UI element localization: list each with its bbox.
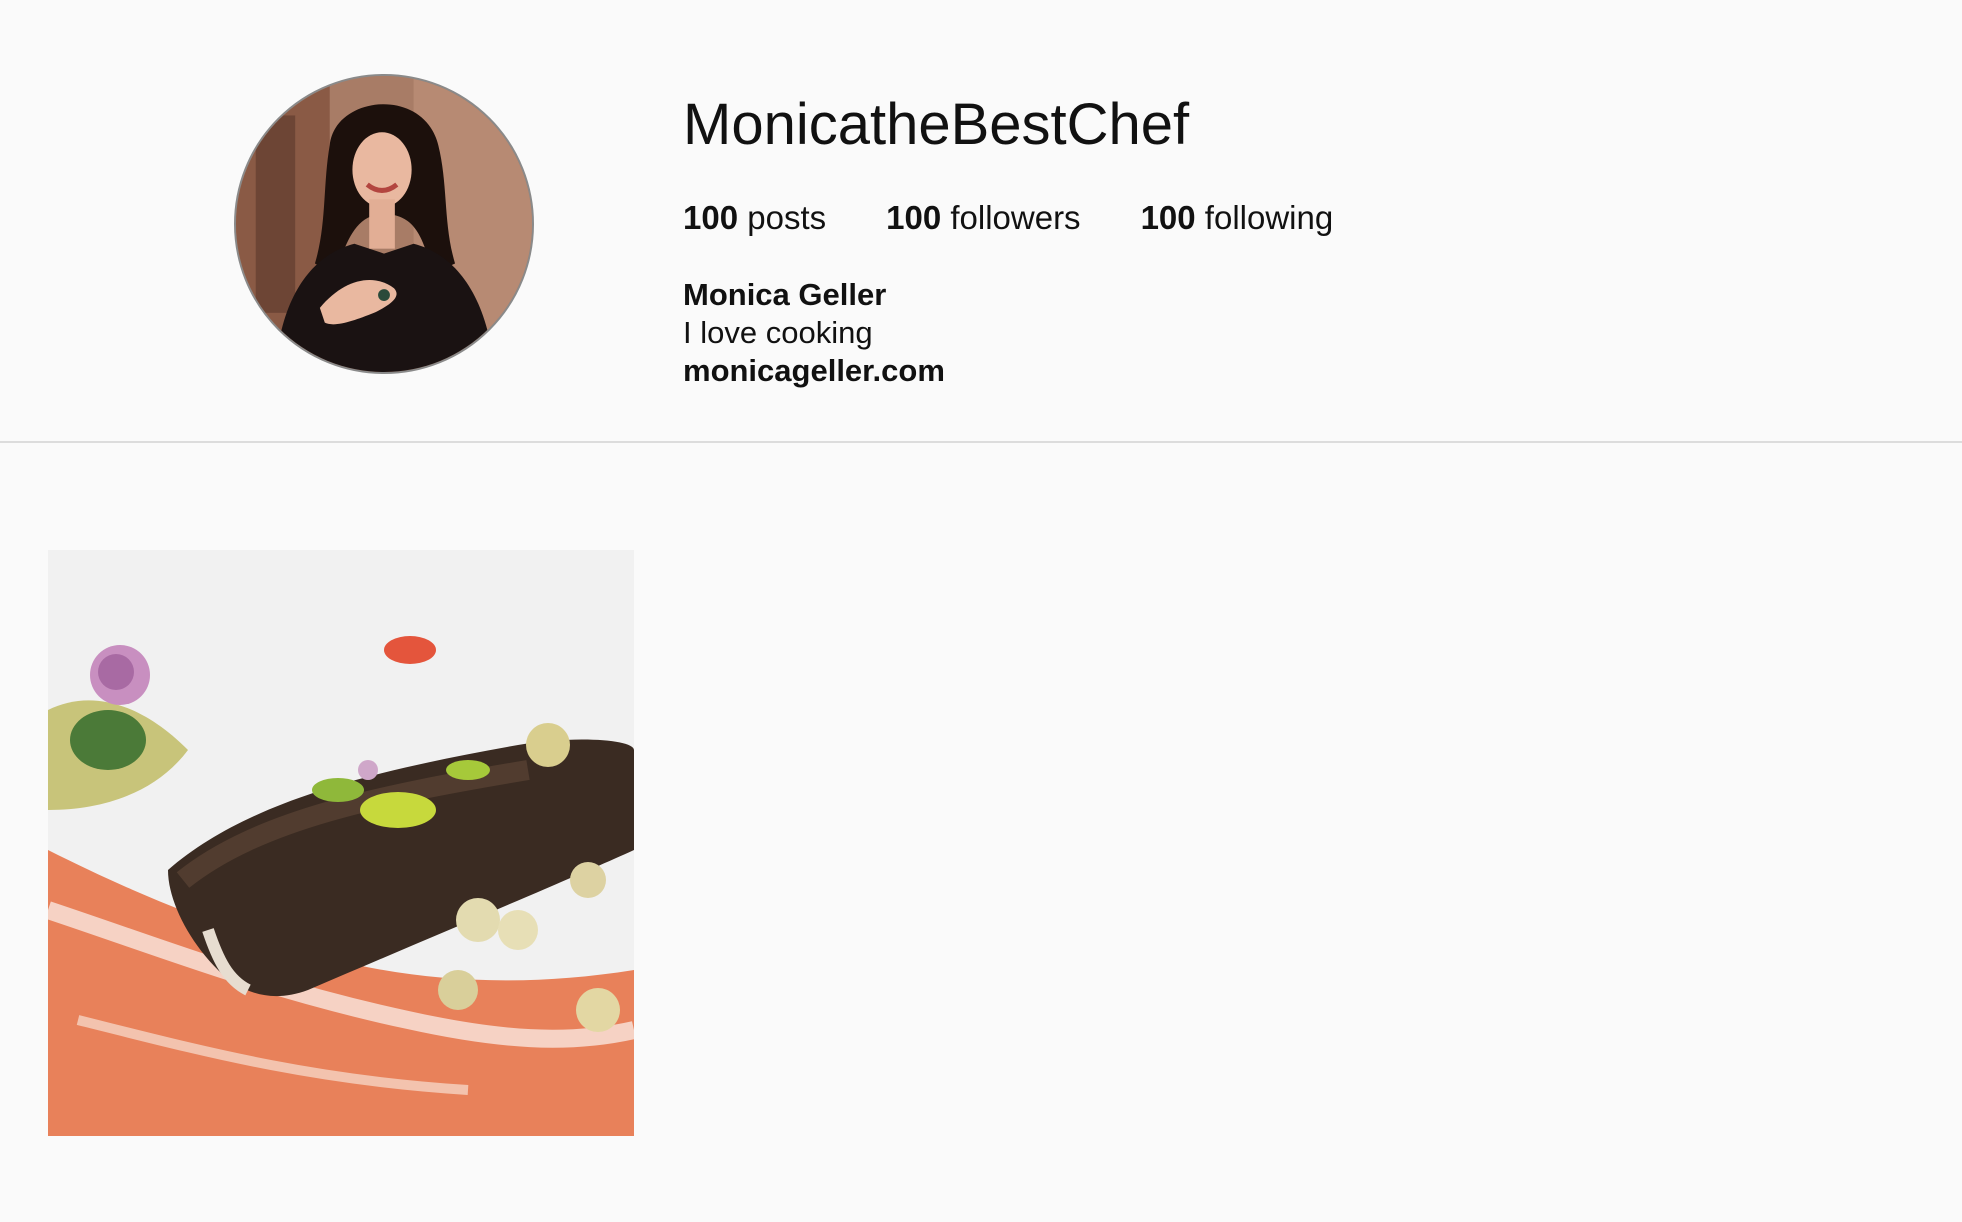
stat-posts-label: posts <box>747 199 827 236</box>
post-thumbnail[interactable] <box>48 550 634 1136</box>
profile-description: I love cooking <box>683 315 873 350</box>
profile-username: MonicatheBestChef <box>683 92 1190 157</box>
profile-stats: 100 posts 100 followers 100 following <box>683 198 1393 238</box>
profile-header: MonicatheBestChef 100 posts 100 follower… <box>0 0 1962 442</box>
stat-following[interactable]: 100 following <box>1141 198 1334 238</box>
stat-following-count: 100 <box>1140 199 1196 236</box>
profile-website-link[interactable]: monicageller.com <box>683 352 945 390</box>
header-divider <box>0 441 1962 443</box>
profile-bio: Monica Geller I love cooking monicagelle… <box>683 276 945 390</box>
stat-posts-count: 100 <box>683 199 739 236</box>
profile-info: MonicatheBestChef 100 posts 100 follower… <box>683 90 1333 388</box>
profile-full-name: Monica Geller <box>683 277 887 312</box>
stat-followers-label: followers <box>950 199 1081 236</box>
stat-followers[interactable]: 100 followers <box>886 198 1080 238</box>
stat-following-label: following <box>1204 199 1334 236</box>
post-photo <box>48 550 634 1136</box>
avatar-photo <box>236 76 532 372</box>
stat-followers-count: 100 <box>886 199 942 236</box>
posts-grid <box>48 550 634 1136</box>
profile-avatar[interactable] <box>234 74 534 374</box>
stat-posts[interactable]: 100 posts <box>683 198 826 238</box>
